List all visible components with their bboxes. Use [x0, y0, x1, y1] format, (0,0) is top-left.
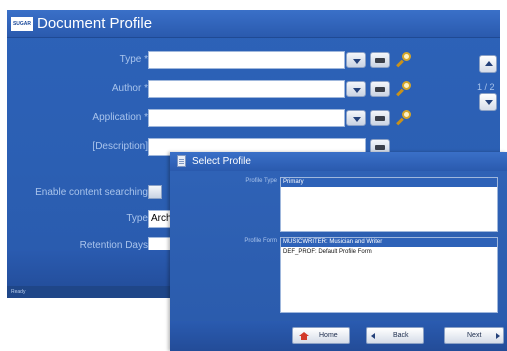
back-button[interactable]: Back	[366, 327, 424, 344]
page-up-button[interactable]	[479, 55, 497, 73]
type-search-icon[interactable]	[395, 51, 413, 69]
profile-type-label: Profile Type	[245, 178, 277, 184]
profile-form-item[interactable]: MUSICWRITER: Musician and Writer	[281, 238, 497, 247]
application-search-icon[interactable]	[395, 109, 413, 127]
application-label: Application *	[92, 112, 148, 123]
profile-form-list[interactable]: MUSICWRITER: Musician and Writer DEF_PRO…	[280, 237, 498, 313]
home-button[interactable]: Home	[292, 327, 350, 344]
dialog-footer: Home Back Next	[170, 321, 507, 351]
type-field[interactable]	[148, 51, 345, 69]
next-arrow-icon	[496, 333, 500, 339]
content-search-checkbox[interactable]	[148, 185, 162, 199]
application-field[interactable]	[148, 109, 345, 127]
page-indicator: 1 / 2	[477, 82, 495, 92]
page-down-button[interactable]	[479, 93, 497, 111]
author-search-icon[interactable]	[395, 80, 413, 98]
type-label: Type *	[119, 54, 148, 65]
profile-type-item[interactable]: Primary	[281, 178, 497, 187]
author-keyboard-button[interactable]	[370, 81, 390, 97]
description-label: [Description]	[92, 141, 148, 152]
window-title: Document Profile	[37, 15, 153, 32]
application-dropdown-button[interactable]	[346, 110, 366, 126]
home-icon	[299, 332, 309, 340]
dialog-title-bar: Select Profile	[170, 152, 507, 171]
storage-type-label: Type	[126, 213, 148, 224]
next-button[interactable]: Next	[444, 327, 504, 344]
author-field[interactable]	[148, 80, 345, 98]
type-keyboard-button[interactable]	[370, 52, 390, 68]
back-arrow-icon	[371, 333, 375, 339]
author-dropdown-button[interactable]	[346, 81, 366, 97]
author-label: Author *	[111, 83, 148, 94]
profile-form-item[interactable]: DEF_PROF: Default Profile Form	[281, 248, 497, 257]
application-keyboard-button[interactable]	[370, 110, 390, 126]
dialog-body: Profile Type Primary Profile Form MUSICW…	[170, 171, 507, 321]
profile-type-list[interactable]: Primary	[280, 177, 498, 232]
content-search-label: Enable content searching	[35, 187, 148, 198]
document-icon	[175, 155, 188, 168]
app-logo: SUGAR	[11, 17, 33, 31]
profile-form-label: Profile Form	[244, 238, 277, 244]
dialog-title: Select Profile	[192, 156, 251, 167]
title-bar: SUGAR Document Profile	[7, 10, 500, 38]
type-dropdown-button[interactable]	[346, 52, 366, 68]
select-profile-dialog: Select Profile Profile Type Primary Prof…	[170, 152, 507, 351]
